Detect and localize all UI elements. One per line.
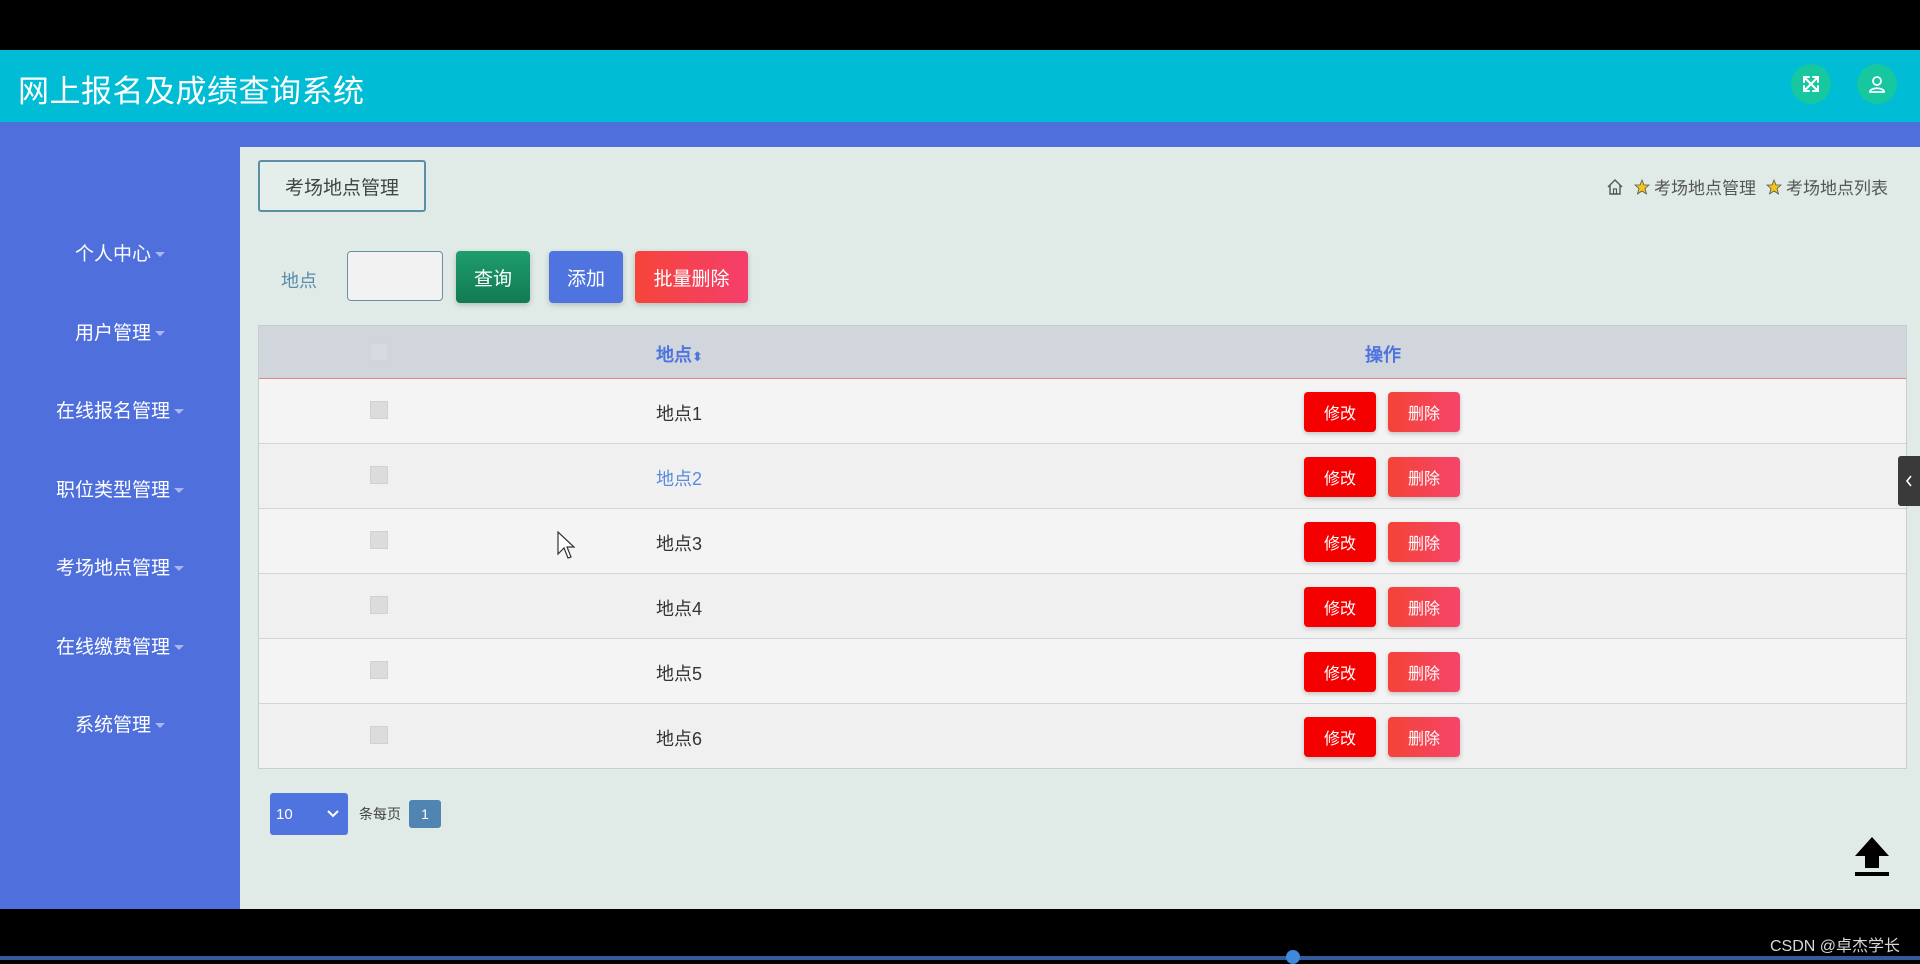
- sidebar-item-online-payment[interactable]: 在线缴费管理: [0, 628, 240, 668]
- delete-button[interactable]: 删除: [1388, 652, 1460, 692]
- edit-button[interactable]: 修改: [1304, 587, 1376, 627]
- top-bar: 网上报名及成绩查询系统: [0, 50, 1920, 122]
- sidebar-item-label: 在线缴费管理: [55, 637, 170, 658]
- table-row: 地点6 修改 删除: [259, 704, 1906, 768]
- page-size-select[interactable]: 10: [270, 793, 348, 835]
- sidebar-item-label: 个人中心: [74, 244, 151, 265]
- caret-down-icon: [174, 488, 184, 494]
- sidebar-item-label: 系统管理: [74, 715, 151, 736]
- sort-icon: ⬍: [692, 349, 703, 364]
- caret-down-icon: [174, 566, 184, 572]
- video-progress-bar[interactable]: [0, 950, 1920, 964]
- sidebar-item-personal-center[interactable]: 个人中心: [0, 235, 240, 275]
- select-all-checkbox[interactable]: [370, 343, 388, 361]
- location-cell: 地点3: [656, 534, 703, 554]
- location-table: 地点⬍ 操作 地点1 修改 删除 地点2 修改 删除 地点3 修改 删除 地点4…: [258, 325, 1907, 769]
- mouse-cursor-icon: [557, 530, 576, 559]
- table-row: 地点1 修改 删除: [259, 379, 1906, 444]
- sidebar-item-job-type[interactable]: 职位类型管理: [0, 471, 240, 511]
- sidebar-item-label: 在线报名管理: [55, 401, 170, 422]
- sidebar-item-label: 用户管理: [74, 323, 151, 344]
- bulk-delete-button[interactable]: 批量删除: [635, 251, 748, 303]
- location-cell: 地点1: [656, 404, 703, 424]
- location-cell: 地点5: [656, 664, 703, 684]
- delete-button[interactable]: 删除: [1388, 587, 1460, 627]
- sidebar-item-label: 考场地点管理: [55, 558, 170, 579]
- query-button[interactable]: 查询: [456, 251, 530, 303]
- edit-button[interactable]: 修改: [1304, 522, 1376, 562]
- home-icon[interactable]: [1606, 178, 1624, 196]
- edit-button[interactable]: 修改: [1304, 392, 1376, 432]
- main-content: 考场地点管理 考场地点管理 考场地点列表 地点 查询 添加 批量删除 地点⬍ 操…: [240, 147, 1920, 909]
- caret-down-icon: [174, 645, 184, 651]
- per-page-text: 条每页: [359, 806, 401, 822]
- row-checkbox[interactable]: [370, 726, 388, 744]
- star-icon: [1634, 178, 1650, 195]
- caret-down-icon: [155, 252, 165, 258]
- breadcrumb-item: 考场地点列表: [1786, 179, 1888, 198]
- delete-button[interactable]: 删除: [1388, 522, 1460, 562]
- caret-down-icon: [155, 331, 165, 337]
- location-cell: 地点6: [656, 729, 703, 749]
- row-checkbox[interactable]: [370, 596, 388, 614]
- table-header: 地点⬍ 操作: [259, 326, 1906, 379]
- location-cell: 地点2: [656, 469, 703, 489]
- table-row: 地点3 修改 删除: [259, 509, 1906, 574]
- edit-button[interactable]: 修改: [1304, 457, 1376, 497]
- breadcrumb: 考场地点管理 考场地点列表: [1606, 174, 1888, 199]
- sidebar-item-online-registration[interactable]: 在线报名管理: [0, 392, 240, 432]
- row-checkbox[interactable]: [370, 531, 388, 549]
- table-row: 地点2 修改 删除: [259, 444, 1906, 509]
- caret-down-icon: [155, 723, 165, 729]
- sidebar-item-exam-location[interactable]: 考场地点管理: [0, 549, 240, 589]
- fullscreen-icon[interactable]: [1791, 64, 1831, 104]
- sidebar-item-label: 职位类型管理: [55, 480, 170, 501]
- row-checkbox[interactable]: [370, 401, 388, 419]
- location-search-input[interactable]: [347, 251, 443, 301]
- back-to-top-button[interactable]: [1846, 830, 1898, 882]
- location-label: 地点: [281, 271, 317, 291]
- page-title: 考场地点管理: [258, 160, 426, 212]
- delete-button[interactable]: 删除: [1388, 392, 1460, 432]
- app-window: 网上报名及成绩查询系统 个人中心 用户管理 在线报名管理 职位类型管理 考场地点…: [0, 50, 1920, 909]
- breadcrumb-item[interactable]: 考场地点管理: [1654, 174, 1756, 199]
- location-cell: 地点4: [656, 599, 703, 619]
- user-icon[interactable]: [1857, 64, 1897, 104]
- row-checkbox[interactable]: [370, 661, 388, 679]
- upload-arrow-icon: [1855, 837, 1889, 876]
- edit-button[interactable]: 修改: [1304, 717, 1376, 757]
- header-strip: [0, 122, 1920, 147]
- pagination: 10 条每页 1: [270, 793, 441, 835]
- chevron-down-icon: [327, 810, 339, 818]
- column-header-operations: 操作: [1365, 345, 1401, 365]
- delete-button[interactable]: 删除: [1388, 457, 1460, 497]
- column-header-location[interactable]: 地点⬍: [656, 341, 703, 367]
- edit-button[interactable]: 修改: [1304, 652, 1376, 692]
- star-icon: [1766, 178, 1782, 195]
- sidebar-item-user-management[interactable]: 用户管理: [0, 314, 240, 354]
- watermark-text: CSDN @卓杰学长: [1769, 938, 1900, 955]
- chevron-left-icon: [1905, 475, 1912, 487]
- sidebar-item-system-management[interactable]: 系统管理: [0, 706, 240, 746]
- caret-down-icon: [174, 409, 184, 415]
- table-row: 地点4 修改 删除: [259, 574, 1906, 639]
- sidebar: 个人中心 用户管理 在线报名管理 职位类型管理 考场地点管理 在线缴费管理 系统…: [0, 147, 240, 909]
- app-title: 网上报名及成绩查询系统: [18, 74, 365, 109]
- table-row: 地点5 修改 删除: [259, 639, 1906, 704]
- delete-button[interactable]: 删除: [1388, 717, 1460, 757]
- page-size-value: 10: [276, 805, 293, 823]
- progress-handle[interactable]: [1286, 950, 1300, 964]
- collapse-panel-toggle[interactable]: [1898, 456, 1920, 506]
- page-number-button[interactable]: 1: [409, 800, 441, 828]
- row-checkbox[interactable]: [370, 466, 388, 484]
- column-header-label: 地点: [656, 345, 692, 365]
- add-button[interactable]: 添加: [549, 251, 623, 303]
